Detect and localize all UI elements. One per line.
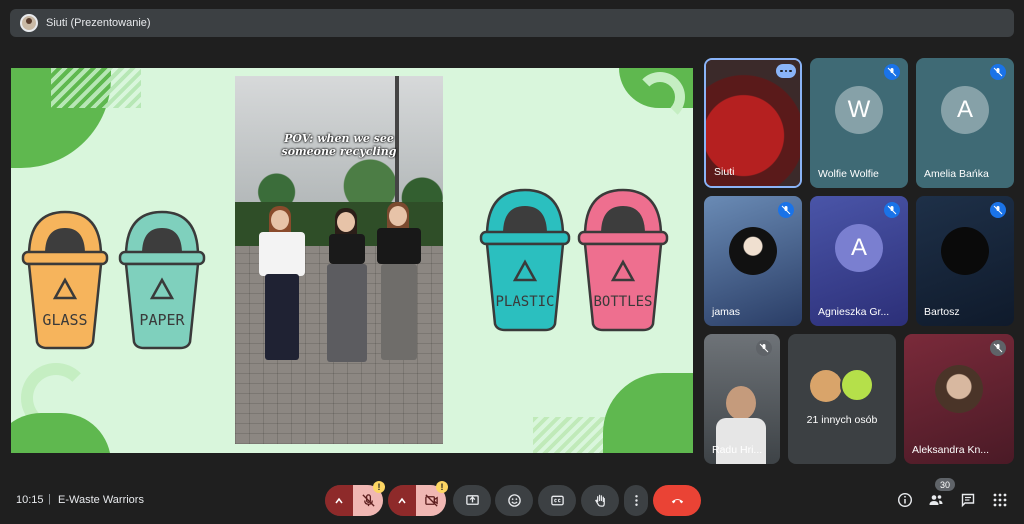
- participant-avatar: [935, 364, 983, 413]
- group-avatar: [810, 370, 842, 402]
- participant-name: Radu Hri...: [712, 444, 763, 456]
- decor-stripes: [51, 68, 141, 108]
- warning-icon: !: [436, 481, 448, 493]
- participant-name: Aleksandra Kn...: [912, 444, 990, 456]
- others-count-label: 21 innych osób: [806, 414, 878, 426]
- info-icon: [897, 492, 913, 508]
- presenter-label: Siuti (Prezentowanie): [46, 17, 151, 29]
- present-screen-button[interactable]: [453, 485, 491, 516]
- participant-tile-wolfie[interactable]: W Wolfie Wolfie: [810, 58, 908, 188]
- participant-tile-aleksandra[interactable]: Aleksandra Kn...: [904, 334, 1014, 464]
- more-vert-icon: [634, 495, 638, 506]
- participant-avatar: [941, 226, 989, 275]
- recycle-bin-paper: PAPER: [116, 208, 208, 350]
- recycle-bin-plastic: PLASTIC: [477, 186, 573, 334]
- video-person: [257, 206, 307, 366]
- chevron-up-icon: [335, 497, 343, 503]
- camera-control[interactable]: !: [388, 481, 448, 516]
- participant-tile-radu[interactable]: Radu Hri...: [704, 334, 780, 464]
- mic-control[interactable]: !: [325, 481, 385, 516]
- mic-muted-icon: [884, 64, 900, 80]
- people-icon: [929, 495, 943, 505]
- chat-icon: [961, 493, 975, 508]
- mic-muted-icon: [778, 202, 794, 218]
- mic-options-button[interactable]: [325, 485, 353, 516]
- mic-off-icon: [361, 494, 375, 507]
- decor-stripes: [533, 417, 613, 453]
- meeting-title: E-Waste Warriors: [58, 494, 144, 506]
- participant-tile-bartosz[interactable]: Bartosz: [916, 196, 1014, 326]
- mic-muted-icon: [756, 340, 772, 356]
- mic-muted-icon: [884, 202, 900, 218]
- participant-initial: A: [941, 86, 989, 134]
- raise-hand-button[interactable]: [581, 485, 619, 516]
- video-person: [323, 208, 371, 368]
- video-face: [726, 386, 756, 420]
- people-button[interactable]: [926, 490, 946, 510]
- video-caption: POV: when we see someone recycling: [235, 132, 443, 158]
- hand-icon: [594, 494, 605, 507]
- emoji-icon: [507, 494, 521, 507]
- decor-arc: [635, 72, 685, 122]
- video-person: [373, 202, 425, 366]
- participant-name: jamas: [712, 306, 741, 318]
- participant-name: Amelia Bańka: [924, 168, 989, 180]
- bin-label: BOTTLES: [593, 294, 652, 310]
- participant-name: Siuti: [714, 166, 735, 178]
- separator: |: [48, 493, 51, 505]
- captions-button[interactable]: [538, 485, 576, 516]
- recycle-bin-glass: GLASS: [19, 208, 111, 350]
- present-icon: [465, 495, 479, 505]
- mic-muted-icon: [990, 202, 1006, 218]
- participant-tile-others[interactable]: 21 innych osób: [788, 334, 896, 464]
- slide-video[interactable]: POV: when we see someone recycling: [235, 76, 443, 444]
- activities-button[interactable]: [990, 490, 1010, 510]
- mic-muted-icon: [990, 64, 1006, 80]
- video-body: [716, 418, 766, 464]
- presentation-slide: GLASS PAPER PLASTIC BOTTLES POV: when we…: [11, 68, 693, 453]
- captions-icon: [550, 495, 564, 506]
- presenter-bar[interactable]: Siuti (Prezentowanie): [10, 9, 1014, 37]
- more-options-icon[interactable]: [776, 64, 796, 78]
- participant-avatar: [729, 226, 777, 275]
- meet-window: Siuti (Prezentowanie) GLASS PAPER PLASTI…: [0, 0, 1024, 524]
- decor-leaf: [11, 413, 111, 453]
- reactions-button[interactable]: [495, 485, 533, 516]
- participant-name: Bartosz: [924, 306, 960, 318]
- group-avatar: [840, 368, 874, 402]
- participant-tile-amelia[interactable]: A Amelia Bańka: [916, 58, 1014, 188]
- participant-initial: W: [835, 86, 883, 134]
- bin-label: PAPER: [139, 311, 185, 329]
- warning-icon: !: [373, 481, 385, 493]
- meeting-details-button[interactable]: [895, 490, 915, 510]
- participant-name: Agnieszka Gr...: [818, 306, 890, 318]
- camera-off-icon: [424, 494, 438, 507]
- end-call-icon: [671, 499, 683, 504]
- leave-call-button[interactable]: [653, 485, 701, 516]
- participant-name: Wolfie Wolfie: [818, 168, 879, 180]
- more-options-button[interactable]: [624, 485, 648, 516]
- decor-leaf: [603, 373, 693, 453]
- chat-button[interactable]: [958, 490, 978, 510]
- participant-tile-siuti[interactable]: Siuti: [704, 58, 802, 188]
- camera-options-button[interactable]: [388, 485, 416, 516]
- participant-initial: A: [835, 224, 883, 272]
- bin-label: GLASS: [42, 311, 87, 329]
- clock: 10:15: [16, 494, 44, 506]
- apps-grid-icon: [993, 493, 1007, 507]
- participant-tile-jamas[interactable]: jamas: [704, 196, 802, 326]
- caption-line: someone recycling: [281, 145, 397, 158]
- participant-tile-agnieszka[interactable]: A Agnieszka Gr...: [810, 196, 908, 326]
- presenter-avatar: [20, 14, 38, 32]
- mic-muted-icon: [990, 340, 1006, 356]
- chevron-up-icon: [398, 497, 406, 503]
- recycle-bin-bottles: BOTTLES: [575, 186, 671, 334]
- bin-label: PLASTIC: [495, 294, 554, 310]
- caption-line: POV: when we see: [284, 132, 394, 145]
